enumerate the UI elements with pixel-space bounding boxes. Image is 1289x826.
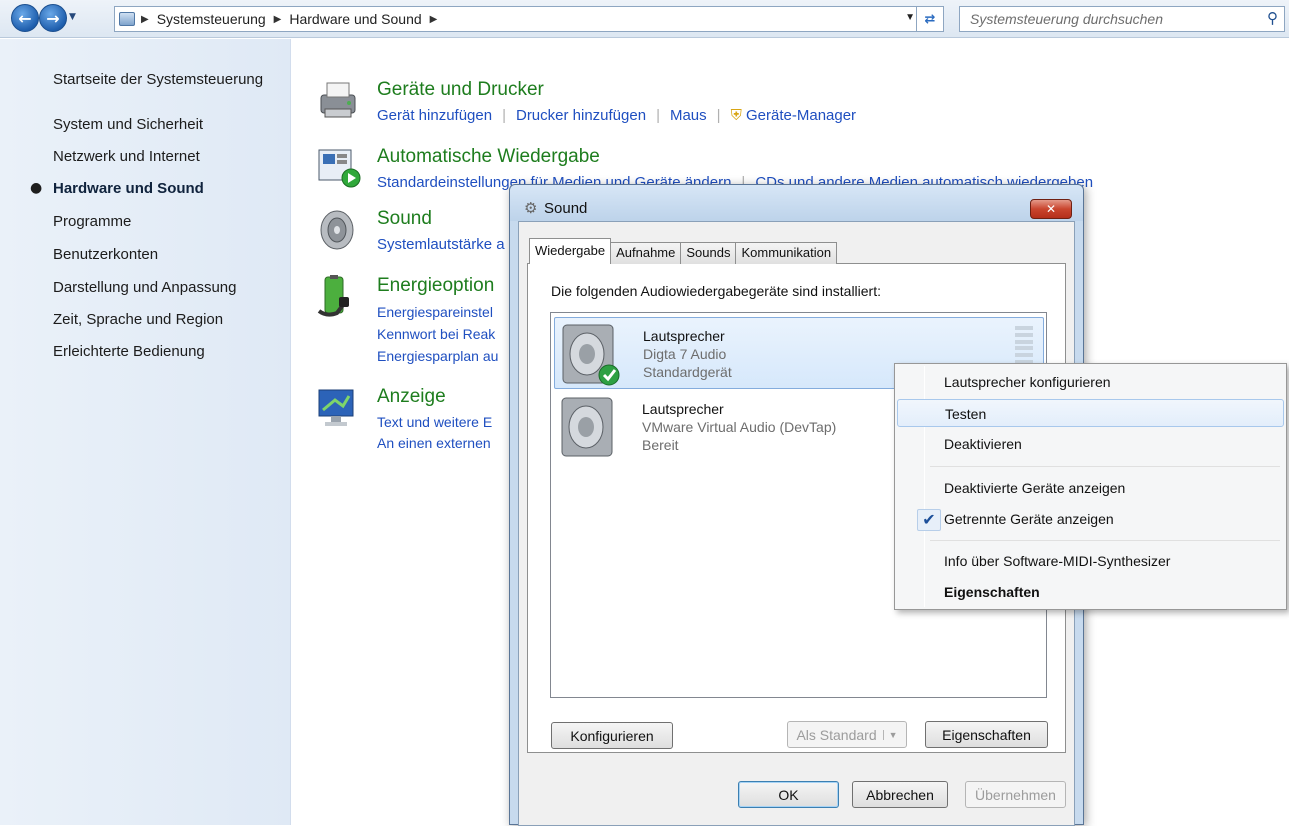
- sound-dialog-icon: ⚙: [524, 199, 538, 217]
- category-title[interactable]: Sound: [377, 208, 432, 230]
- speaker-icon: [561, 397, 613, 457]
- close-icon: ✕: [1045, 202, 1057, 216]
- category-title[interactable]: Geräte und Drucker: [377, 79, 544, 101]
- external-display-link[interactable]: An einen externen: [377, 433, 492, 454]
- back-arrow-icon: ←: [18, 8, 32, 28]
- apply-button[interactable]: Übernehmen: [965, 781, 1066, 808]
- device-manager-link[interactable]: Geräte-Manager: [746, 107, 856, 124]
- ok-button[interactable]: OK: [738, 781, 839, 808]
- sidebar-item-hardware-sound[interactable]: Hardware und Sound: [53, 180, 204, 197]
- menu-item-test[interactable]: Testen: [897, 399, 1284, 427]
- configure-button[interactable]: Konfigurieren: [551, 722, 673, 749]
- sidebar: Startseite der Systemsteuerung System un…: [0, 39, 291, 825]
- mouse-link[interactable]: Maus: [670, 107, 707, 124]
- device-status: Bereit: [642, 437, 679, 453]
- search-icon[interactable]: ⚲: [1267, 9, 1278, 27]
- tab-sounds[interactable]: Sounds: [680, 242, 737, 264]
- menu-item-show-disconnected[interactable]: ✔ Getrennte Geräte anzeigen: [897, 505, 1284, 533]
- control-panel-icon: [119, 12, 135, 26]
- menu-item-configure-speakers[interactable]: Lautsprecher konfigurieren: [897, 368, 1284, 396]
- dialog-titlebar[interactable]: [510, 185, 1083, 221]
- monitor-icon: [318, 389, 354, 426]
- sidebar-item-ease-of-access[interactable]: Erleichterte Bedienung: [53, 343, 205, 360]
- menu-item-midi-info[interactable]: Info über Software-MIDI-Synthesizer: [897, 547, 1284, 575]
- back-button[interactable]: ←: [11, 4, 39, 32]
- system-volume-link[interactable]: Systemlautstärke a: [377, 236, 505, 253]
- breadcrumb-chevron-icon[interactable]: ▶: [430, 14, 438, 25]
- tab-communication[interactable]: Kommunikation: [735, 242, 838, 264]
- device-list-description: Die folgenden Audiowiedergabegeräte sind…: [551, 283, 881, 299]
- add-printer-link[interactable]: Drucker hinzufügen: [516, 107, 646, 124]
- sidebar-item-system-security[interactable]: System und Sicherheit: [53, 116, 203, 133]
- power-plan-link[interactable]: Energiesparplan au: [377, 345, 498, 367]
- category-title[interactable]: Anzeige: [377, 386, 446, 408]
- autoplay-icon: [318, 149, 361, 188]
- category-title[interactable]: Energieoption: [377, 275, 494, 297]
- address-dropdown-icon[interactable]: ▼: [905, 12, 915, 23]
- menu-item-label: Getrennte Geräte anzeigen: [944, 511, 1114, 527]
- category-title[interactable]: Automatische Wiedergabe: [377, 146, 600, 168]
- search-placeholder: Systemsteuerung durchsuchen: [970, 11, 1163, 27]
- device-context-menu: Lautsprecher konfigurieren Testen Deakti…: [894, 363, 1287, 610]
- sidebar-home-link[interactable]: Startseite der Systemsteuerung: [53, 71, 263, 88]
- menu-item-properties[interactable]: Eigenschaften: [897, 578, 1284, 606]
- shield-icon: ⛨: [730, 107, 742, 124]
- close-button[interactable]: ✕: [1030, 199, 1072, 219]
- breadcrumb-control-panel[interactable]: Systemsteuerung: [157, 11, 266, 27]
- breadcrumb-chevron-icon[interactable]: ▶: [274, 14, 282, 25]
- menu-item-label: Lautsprecher konfigurieren: [944, 374, 1111, 390]
- menu-separator: [930, 466, 1280, 467]
- explorer-toolbar: ← → ▼ ▶ Systemsteuerung ▶ Hardware und S…: [0, 0, 1289, 38]
- tab-strip: Wiedergabe Aufnahme Sounds Kommunikation: [529, 238, 838, 264]
- properties-button[interactable]: Eigenschaften: [925, 721, 1048, 748]
- speaker-icon: [320, 210, 354, 250]
- menu-item-label: Testen: [945, 406, 987, 422]
- link-separator: |: [502, 107, 506, 124]
- tab-playback[interactable]: Wiedergabe: [529, 238, 612, 264]
- wake-password-link[interactable]: Kennwort bei Reak: [377, 323, 498, 345]
- sidebar-item-network[interactable]: Netzwerk und Internet: [53, 148, 200, 165]
- sidebar-item-appearance[interactable]: Darstellung und Anpassung: [53, 279, 236, 296]
- breadcrumb-chevron-icon[interactable]: ▶: [141, 14, 149, 25]
- battery-icon: [317, 275, 349, 317]
- printer-icon: [320, 82, 356, 118]
- address-bar[interactable]: ▶ Systemsteuerung ▶ Hardware und Sound ▶…: [114, 6, 920, 32]
- menu-item-show-disabled[interactable]: Deaktivierte Geräte anzeigen: [897, 474, 1284, 502]
- add-device-link[interactable]: Gerät hinzufügen: [377, 107, 492, 124]
- sidebar-item-clock-region[interactable]: Zeit, Sprache und Region: [53, 311, 223, 328]
- power-settings-link[interactable]: Energiespareinstel: [377, 301, 498, 323]
- menu-item-label: Eigenschaften: [944, 584, 1040, 600]
- breadcrumb-hardware-sound[interactable]: Hardware und Sound: [289, 11, 421, 27]
- device-status: Standardgerät: [643, 364, 732, 380]
- link-separator: |: [716, 107, 721, 124]
- refresh-icon: ⇄: [924, 11, 936, 27]
- menu-item-label: Deaktivierte Geräte anzeigen: [944, 480, 1126, 496]
- menu-item-label: Info über Software-MIDI-Synthesizer: [944, 553, 1171, 569]
- cancel-button[interactable]: Abbrechen: [852, 781, 948, 808]
- forward-arrow-icon: →: [46, 8, 60, 28]
- dropdown-arrow-icon: ▼: [882, 729, 898, 740]
- device-driver: VMware Virtual Audio (DevTap): [642, 419, 837, 435]
- refresh-button[interactable]: ⇄: [916, 6, 944, 32]
- text-size-link[interactable]: Text und weitere E: [377, 412, 492, 433]
- speaker-icon: [562, 324, 620, 386]
- menu-item-disable[interactable]: Deaktivieren: [897, 430, 1284, 458]
- set-default-label: Als Standard: [796, 726, 877, 743]
- recent-pages-dropdown-icon[interactable]: ▼: [69, 12, 76, 22]
- sidebar-item-user-accounts[interactable]: Benutzerkonten: [53, 246, 158, 263]
- active-bullet-icon: ●: [30, 180, 43, 196]
- device-driver: Digta 7 Audio: [643, 346, 727, 362]
- device-name: Lautsprecher: [642, 401, 724, 417]
- sidebar-item-programs[interactable]: Programme: [53, 213, 131, 230]
- tab-recording[interactable]: Aufnahme: [610, 242, 682, 264]
- link-separator: |: [656, 107, 660, 124]
- search-input[interactable]: Systemsteuerung durchsuchen ⚲: [959, 6, 1285, 32]
- dialog-title: Sound: [544, 200, 588, 217]
- menu-item-label: Deaktivieren: [944, 436, 1022, 452]
- set-default-button[interactable]: Als Standard ▼: [787, 721, 907, 748]
- forward-button[interactable]: →: [39, 4, 67, 32]
- device-name: Lautsprecher: [643, 328, 725, 344]
- menu-separator: [930, 540, 1280, 541]
- checkmark-icon: ✔: [917, 509, 941, 531]
